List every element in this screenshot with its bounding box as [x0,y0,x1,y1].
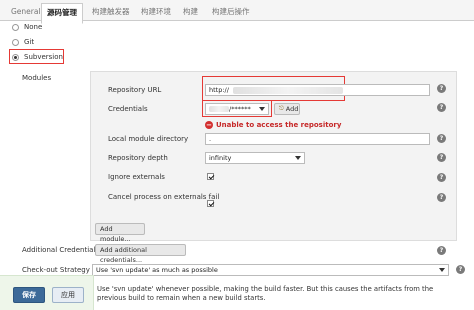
credentials-select[interactable]: /****** [205,103,269,115]
add-credentials-button[interactable]: ⎋ Add [274,103,300,115]
tab-build[interactable]: 构建 [178,3,203,21]
credentials-error-text: Unable to access the repository [216,121,342,129]
redacted-credential [209,106,229,112]
scm-option-git-label: Git [24,38,35,46]
checkout-strategy-label: Check-out Strategy [22,266,90,274]
add-credentials-label: Add [285,105,299,113]
additional-credentials-label: Additional Credentials [22,246,100,254]
cancel-process-label: Cancel process on externals fail [108,193,220,201]
credentials-error: − Unable to access the repository [205,121,341,129]
error-icon: − [205,121,213,129]
scm-option-none-label: None [24,23,43,31]
checkout-strategy-description: Use 'svn update' whenever possible, maki… [97,285,434,302]
tab-build-environment[interactable]: 构建环境 [136,3,176,21]
scm-option-git[interactable]: Git [12,36,34,48]
tab-bar: General 源码管理 构建触发器 构建环境 构建 构建后操作 [0,0,474,24]
repository-url-input[interactable]: http:// [205,84,430,96]
tab-post-build-actions[interactable]: 构建后操作 [207,3,255,21]
credentials-value: /****** [229,105,251,113]
credentials-label: Credentials [108,105,148,113]
credentials-help-icon[interactable]: ? [437,103,446,112]
repository-depth-help-icon[interactable]: ? [437,153,446,162]
apply-button[interactable]: 应用 [52,287,84,303]
redacted-url [233,86,343,94]
save-button[interactable]: 保存 [13,287,45,303]
local-module-directory-label: Local module directory [108,135,189,143]
local-module-directory-help-icon[interactable]: ? [437,134,446,143]
checkout-strategy-select[interactable]: Use 'svn update' as much as possible [92,264,449,276]
scm-option-subversion[interactable]: Subversion [12,51,63,63]
tab-build-triggers[interactable]: 构建触发器 [87,3,135,21]
checkout-strategy-value: Use 'svn update' as much as possible [96,266,218,274]
tab-source-code-management[interactable]: 源码管理 [41,3,83,24]
key-icon: ⎋ [279,105,284,112]
add-additional-credentials-button[interactable]: Add additional credentials... [95,244,186,264]
add-module-button[interactable]: Add module... [95,223,145,243]
checkout-strategy-help-icon[interactable]: ? [456,265,465,274]
cancel-process-help-icon[interactable]: ? [437,193,446,202]
additional-credentials-help-icon[interactable]: ? [437,246,446,255]
repository-url-help-icon[interactable]: ? [437,84,446,93]
repository-url-value: http:// [209,86,229,94]
repository-url-label: Repository URL [108,86,162,94]
radio-none[interactable] [12,23,19,31]
chevron-down-icon [259,107,265,111]
modules-label: Modules [22,74,52,82]
chevron-down-icon [295,156,301,160]
radio-git[interactable] [12,38,19,46]
ignore-externals-label: Ignore externals [108,173,165,181]
radio-subversion[interactable] [12,53,19,61]
ignore-externals-checkbox[interactable] [207,173,214,180]
repository-depth-value: infinity [209,154,232,162]
repository-depth-label: Repository depth [108,154,168,162]
repository-depth-select[interactable]: infinity [205,152,305,164]
chevron-down-icon [439,268,445,272]
scm-option-none[interactable]: None [12,21,42,33]
ignore-externals-help-icon[interactable]: ? [437,173,446,182]
scm-option-subversion-label: Subversion [24,53,63,61]
tab-general[interactable]: General [6,3,46,21]
local-module-directory-input[interactable]: . [205,133,430,145]
cancel-process-checkbox[interactable] [207,200,214,207]
